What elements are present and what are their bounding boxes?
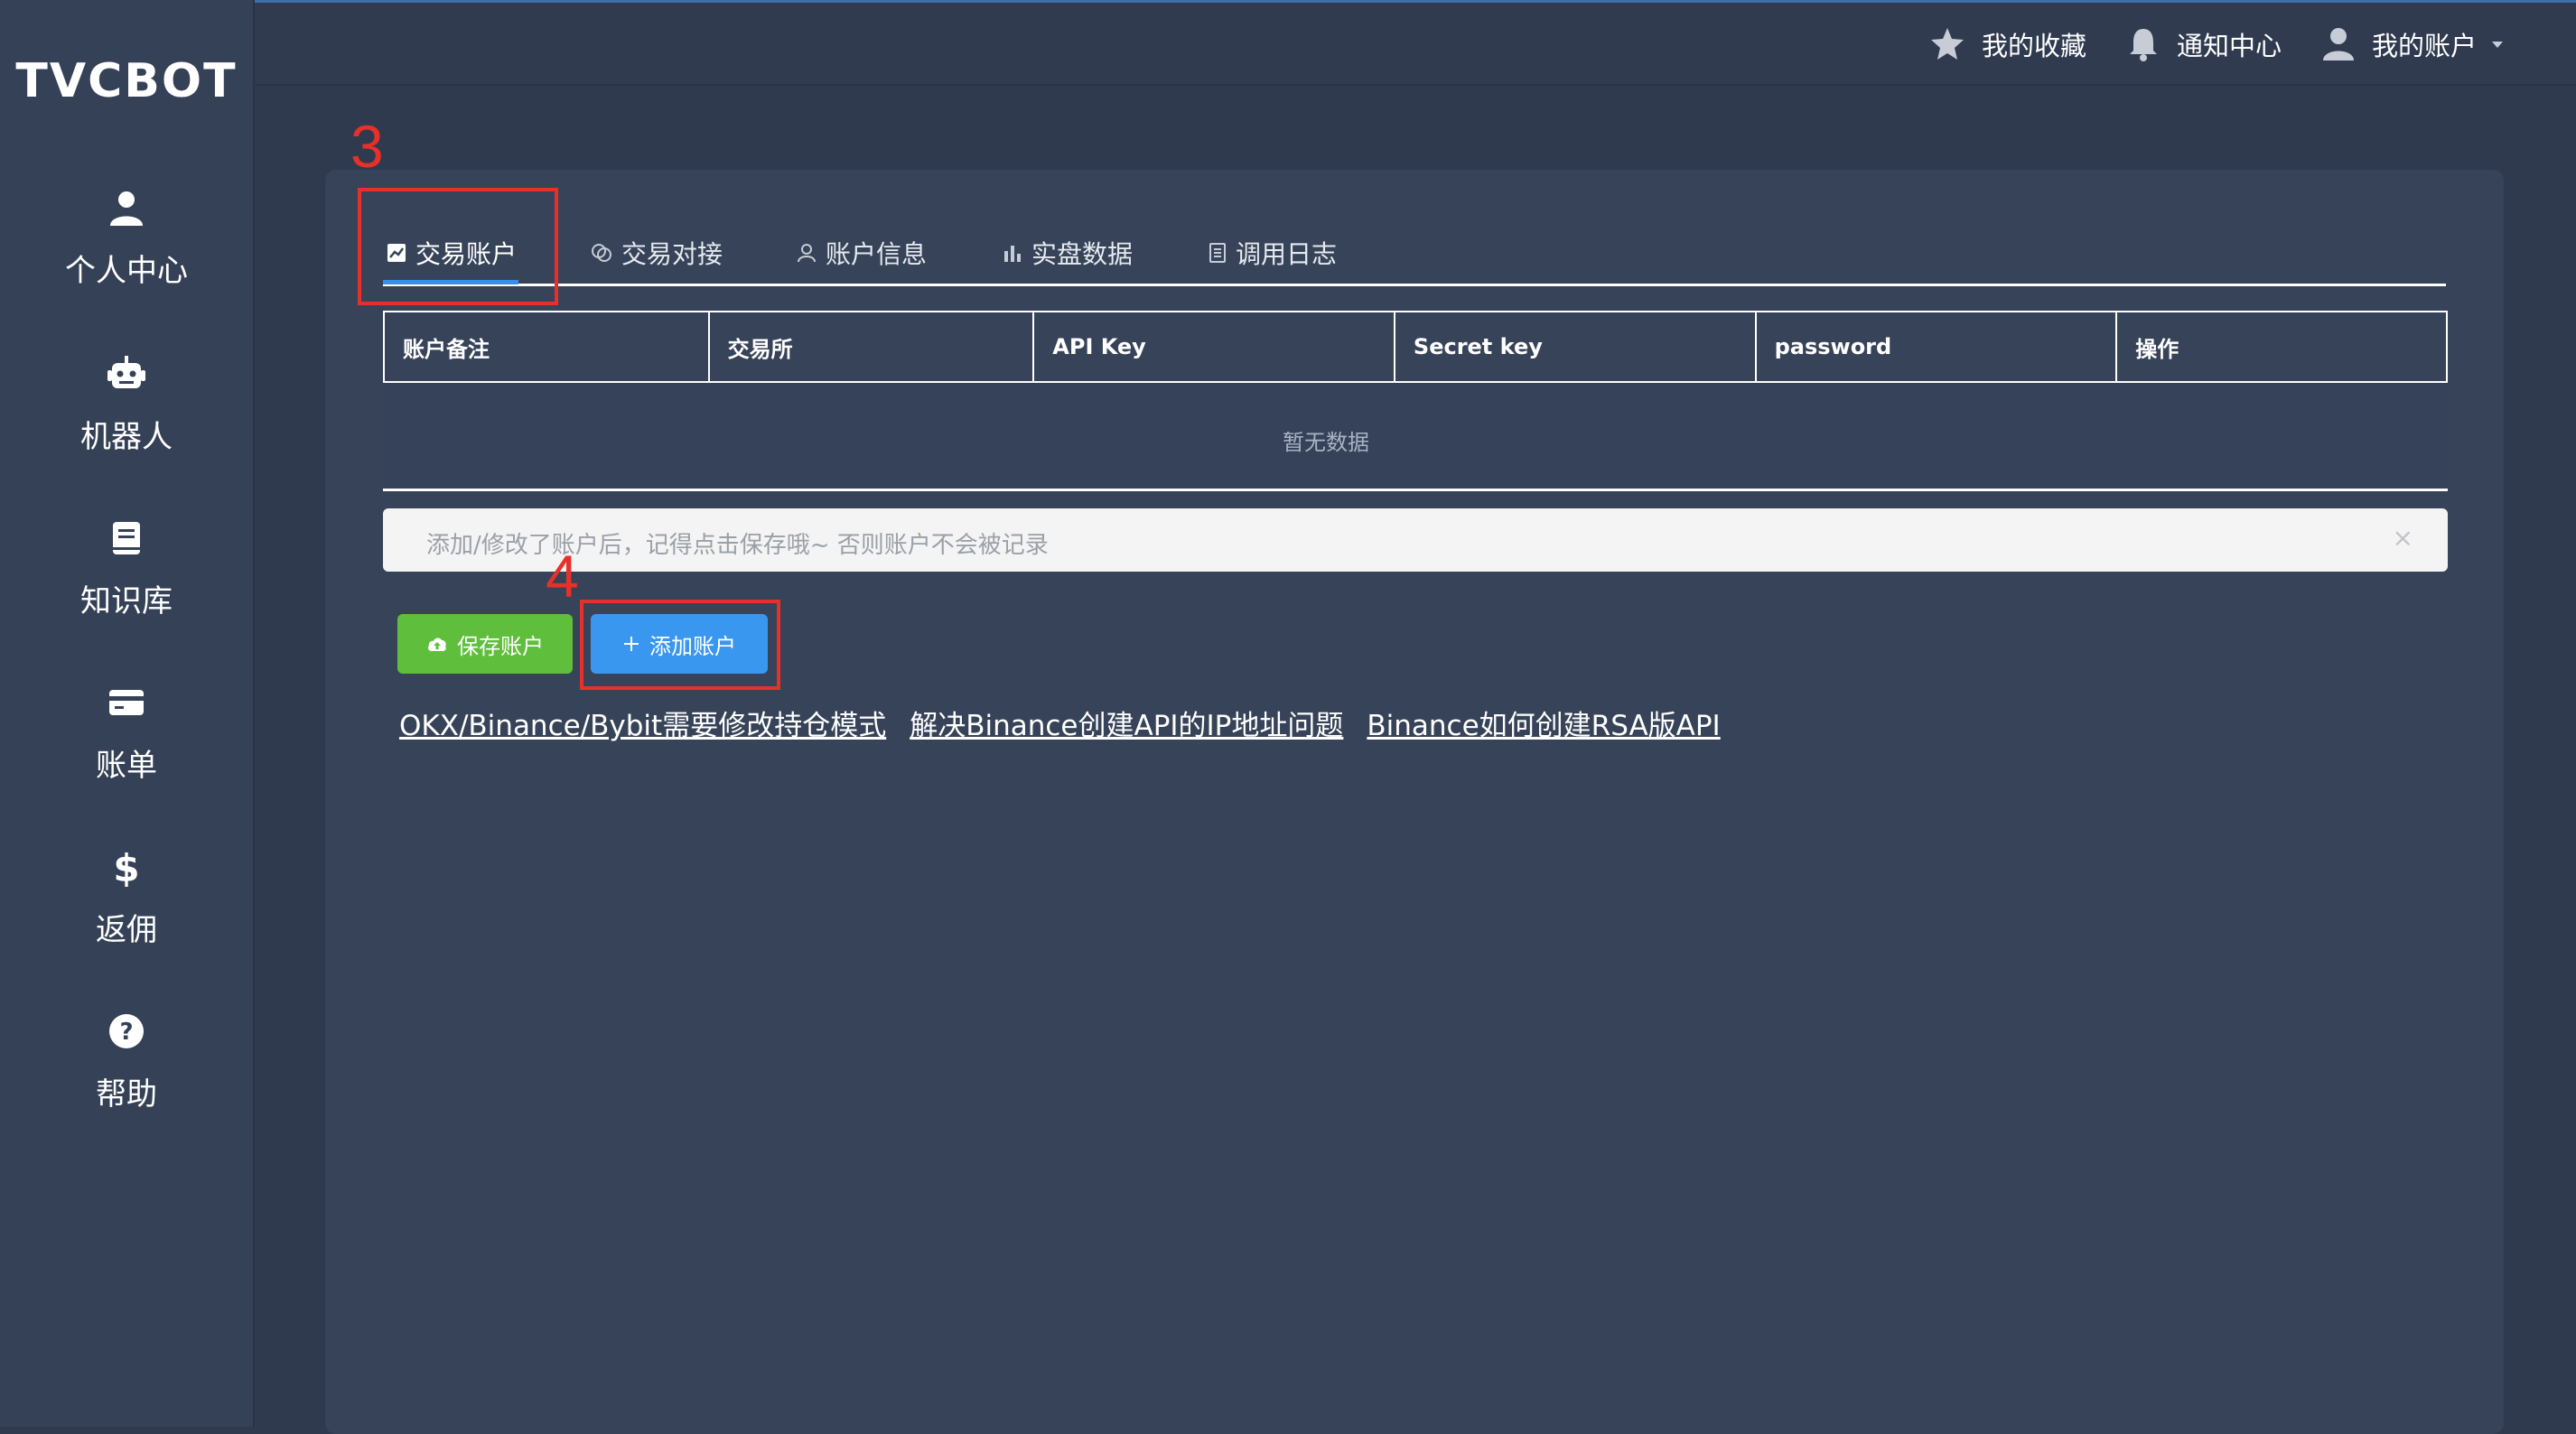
- robot-icon: [107, 356, 145, 388]
- notifications-label: 通知中心: [2177, 31, 2282, 61]
- favorites-link[interactable]: 我的收藏: [1929, 24, 2086, 64]
- column-header: 操作: [2115, 311, 2448, 383]
- bell-icon: [2130, 29, 2157, 61]
- sidebar-item-rebate[interactable]: $ 返佣: [0, 847, 253, 973]
- sidebar-item-label: 个人中心: [65, 253, 188, 289]
- tab-label: 调用日志: [1236, 239, 1338, 269]
- help-links: OKX/Binance/Bybit需要修改持仓模式 解决Binance创建API…: [399, 703, 1721, 743]
- sidebar-item-label: 机器人: [80, 419, 173, 455]
- user-icon: [2323, 28, 2354, 61]
- cloud-upload-icon: [428, 638, 446, 651]
- save-account-label: 保存账户: [457, 633, 544, 659]
- help-link-binance-ip[interactable]: 解决Binance创建API的IP地址问题: [910, 703, 1343, 743]
- column-header: 交易所: [707, 311, 1035, 383]
- sidebar-item-billing[interactable]: 账单: [0, 683, 253, 809]
- book-icon: [113, 522, 140, 554]
- link-icon: [592, 244, 611, 262]
- star-icon: [1931, 28, 1964, 60]
- sidebar-item-label: 返佣: [96, 912, 157, 948]
- tab-live-data[interactable]: 实盘数据: [1003, 231, 1133, 275]
- column-header: password: [1754, 311, 2118, 383]
- tab-label: 账户信息: [826, 239, 928, 269]
- table-header-row: 账户备注 交易所 API Key Secret key password 操作: [383, 311, 2448, 383]
- annotation-step-number: 4: [546, 543, 579, 610]
- tab-call-log[interactable]: 调用日志: [1209, 231, 1337, 275]
- table-empty-row: 暂无数据: [383, 383, 2448, 491]
- bar-chart-icon: [1004, 246, 1021, 262]
- dollar-icon: $: [113, 847, 139, 887]
- column-header: Secret key: [1393, 311, 1757, 383]
- svg-text:$: $: [113, 847, 139, 887]
- account-label: 我的账户: [2372, 31, 2478, 61]
- sidebar-item-knowledge-base[interactable]: 知识库: [0, 518, 253, 645]
- sidebar-item-personal-center[interactable]: 个人中心: [0, 188, 253, 314]
- annotation-highlight-box: [580, 600, 780, 690]
- tab-bar: 交易账户 交易对接 账户信息 实盘数据 调用日志: [383, 226, 2446, 286]
- alert-text: 添加/修改了账户后，记得点击保存哦~ 否则账户不会被记录: [426, 532, 1049, 559]
- save-reminder-alert: 添加/修改了账户后，记得点击保存哦~ 否则账户不会被记录 ×: [383, 508, 2448, 572]
- app-logo[interactable]: TVCBOT: [0, 54, 253, 108]
- column-header: API Key: [1032, 311, 1395, 383]
- column-header: 账户备注: [383, 311, 710, 383]
- empty-state-text: 暂无数据: [1283, 430, 1369, 455]
- notifications-link[interactable]: 通知中心: [2126, 24, 2282, 64]
- sidebar-item-label: 知识库: [80, 583, 173, 619]
- caret-down-icon: [2492, 42, 2504, 48]
- help-link-position-mode[interactable]: OKX/Binance/Bybit需要修改持仓模式: [399, 703, 886, 743]
- tab-label: 实盘数据: [1031, 239, 1134, 269]
- tab-account-info[interactable]: 账户信息: [797, 231, 927, 275]
- user-outline-icon: [798, 244, 816, 263]
- sidebar-item-label: 帮助: [96, 1076, 157, 1113]
- favorites-label: 我的收藏: [1982, 31, 2087, 61]
- top-bar: 我的收藏 通知中心 我的账户: [255, 0, 2576, 86]
- account-menu[interactable]: 我的账户: [2321, 24, 2506, 64]
- credit-card-icon: [109, 690, 144, 715]
- annotation-step-number: 3: [350, 113, 384, 180]
- accounts-table: 账户备注 交易所 API Key Secret key password 操作: [383, 311, 2448, 383]
- question-icon: ?: [109, 1014, 144, 1048]
- help-link-binance-rsa[interactable]: Binance如何创建RSA版API: [1367, 703, 1720, 743]
- sidebar-item-label: 账单: [96, 748, 157, 784]
- sidebar-item-robot[interactable]: 机器人: [0, 354, 253, 480]
- svg-text:?: ?: [119, 1019, 133, 1046]
- close-icon[interactable]: ×: [2393, 523, 2413, 553]
- annotation-highlight-box: [358, 188, 558, 305]
- user-icon: [110, 191, 143, 226]
- save-account-button[interactable]: 保存账户: [397, 614, 573, 674]
- sidebar-item-help[interactable]: ? 帮助: [0, 1011, 253, 1138]
- tab-trade-integration[interactable]: 交易对接: [591, 231, 723, 275]
- document-icon: [1209, 243, 1226, 263]
- tab-label: 交易对接: [621, 239, 723, 269]
- sidebar: TVCBOT 个人中心 机器人 知识库 账单 $ 返佣 ? 帮助: [0, 0, 255, 1427]
